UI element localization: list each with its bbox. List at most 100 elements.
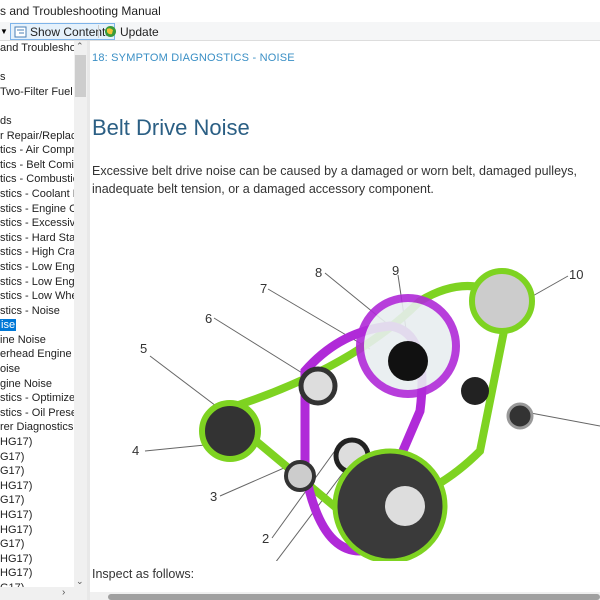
callout-5: 5: [140, 341, 147, 356]
tree-item[interactable]: HG17): [0, 479, 74, 494]
tree-item[interactable]: s: [0, 70, 74, 85]
window-title: s and Troubleshooting Manual: [0, 4, 161, 18]
tree-item[interactable]: [0, 56, 74, 71]
update-label: Update: [120, 24, 159, 39]
tree-item-label: ds: [0, 114, 12, 127]
document-pane: 18: SYMPTOM DIAGNOSTICS - NOISE Belt Dri…: [90, 41, 600, 592]
globe-update-icon: [105, 26, 116, 37]
tree-item[interactable]: HG17): [0, 508, 74, 523]
callout-3: 3: [210, 489, 217, 504]
tree-item-label: stics - Low Whee: [0, 290, 74, 303]
tree-item[interactable]: and Troubleshooc: [0, 41, 74, 56]
contents-tree: and Troubleshooc sTwo-Filter Fuel Sy ds r R…: [0, 41, 74, 587]
tree-item[interactable]: stics - Engine Oil: [0, 202, 74, 217]
callout-4: 4: [132, 443, 139, 458]
tree-item-label: and Troubleshooc: [0, 42, 74, 54]
tree-item[interactable]: gine Noise: [0, 377, 74, 392]
page-title: Belt Drive Noise: [92, 115, 250, 140]
tree-item-label: stics - Hard Start,: [0, 231, 74, 244]
tree-item[interactable]: r Repair/Replace: [0, 129, 74, 144]
pulley-9-hub: [388, 341, 428, 381]
tree-item[interactable]: HG17): [0, 435, 74, 450]
tree-item[interactable]: stics - High Crank: [0, 245, 74, 260]
tree-item-label: tics - Air Compre: [0, 144, 74, 157]
leader-6: [213, 317, 316, 382]
leader-5: [149, 355, 221, 410]
content-scroll-thumb[interactable]: [108, 594, 600, 600]
tree-item-label: erhead Engine No: [0, 348, 74, 361]
tree-item[interactable]: stics - Oil Present: [0, 406, 74, 421]
tree-item[interactable]: Two-Filter Fuel Sy: [0, 85, 74, 100]
tree-item[interactable]: ise: [0, 318, 74, 333]
callout-10: 10: [569, 267, 583, 282]
tree-item-label: oise: [0, 363, 21, 376]
tree-item[interactable]: ds: [0, 114, 74, 129]
scroll-down-icon[interactable]: ⌄: [76, 576, 84, 587]
show-contents-button[interactable]: Show Contents: [10, 23, 116, 40]
tree-item[interactable]: stics - Hard Start,: [0, 231, 74, 246]
tree-item[interactable]: stics - Coolant Lo: [0, 187, 74, 202]
tree-item-label: stics - Low Engin: [0, 275, 74, 288]
tree-item[interactable]: tics - Combustion: [0, 172, 74, 187]
callout-6: 6: [205, 311, 212, 326]
content-horizontal-scrollbar[interactable]: [90, 592, 600, 600]
toolbar: ▼ Show Contents Update: [0, 22, 600, 41]
tree-item[interactable]: stics - Low Engin: [0, 275, 74, 290]
tree-item[interactable]: oise: [0, 362, 74, 377]
tree-item-label: rer Diagnostics: [0, 421, 74, 434]
tree-item[interactable]: [0, 99, 74, 114]
tree-item[interactable]: tics - Belt Coming: [0, 158, 74, 173]
tree-item[interactable]: rer Diagnostics: [0, 420, 74, 435]
callout-8: 8: [315, 265, 322, 280]
update-button[interactable]: Update: [101, 23, 162, 40]
tree-item-label: Two-Filter Fuel Sy: [0, 85, 74, 98]
leader-7: [267, 288, 371, 350]
callout-9: 9: [392, 263, 399, 278]
breadcrumb[interactable]: 18: SYMPTOM DIAGNOSTICS - NOISE: [92, 52, 295, 64]
tree-item-label: stics - Low Engin: [0, 260, 74, 273]
tree-item-label: ise: [0, 319, 17, 332]
tree-item-label: HG17): [0, 436, 33, 449]
tree-item[interactable]: stics - Noise: [0, 304, 74, 319]
scroll-up-icon[interactable]: ⌃: [76, 41, 84, 52]
pulley-4: [199, 400, 261, 462]
tree-item[interactable]: stics - Low Engin: [0, 260, 74, 275]
tree-item[interactable]: G17): [0, 450, 74, 465]
tree-item[interactable]: ine Noise: [0, 333, 74, 348]
tree-item[interactable]: HG17): [0, 566, 74, 581]
scroll-right-icon[interactable]: ›: [62, 587, 65, 598]
tree-horizontal-scrollbar[interactable]: ›: [0, 587, 88, 600]
tree-item[interactable]: stics - Excessive C: [0, 216, 74, 231]
tree-item-label: HG17): [0, 567, 33, 580]
tree-item-label: G17): [0, 465, 25, 478]
tree-item-label: stics - Engine Oil: [0, 202, 74, 215]
tree-item[interactable]: G17): [0, 464, 74, 479]
tree-item-label: stics - Noise: [0, 304, 60, 317]
tree-vertical-scrollbar[interactable]: ⌃ ⌄: [74, 41, 87, 587]
tree-item[interactable]: tics - Air Compre: [0, 143, 74, 158]
tree-scroll-thumb[interactable]: [75, 55, 86, 97]
show-contents-label: Show Contents: [30, 24, 112, 39]
tree-item-label: tics - Combustion: [0, 173, 74, 186]
dropdown-arrow-icon[interactable]: ▼: [0, 27, 8, 36]
belt-drive-diagram: 1 2 3 4 5 6 7 8 9 10: [132, 263, 600, 561]
tree-item-label: HG17): [0, 479, 33, 492]
tree-item-label: stics - Excessive C: [0, 217, 74, 230]
tree-item[interactable]: stics - Optimized: [0, 391, 74, 406]
tree-item-label: r Repair/Replace: [0, 129, 74, 142]
tree-item-label: tics - Belt Coming: [0, 158, 74, 171]
pulley-1-hub: [385, 486, 425, 526]
tree-item-label: HG17): [0, 509, 33, 521]
contents-icon: [14, 26, 27, 37]
tree-item[interactable]: HG17): [0, 552, 74, 567]
tree-item[interactable]: G17): [0, 493, 74, 508]
tree-item-label: ine Noise: [0, 333, 46, 346]
tree-item[interactable]: erhead Engine No: [0, 347, 74, 362]
tree-item[interactable]: G17): [0, 537, 74, 552]
tree-item[interactable]: HG17): [0, 523, 74, 538]
tree-item[interactable]: stics - Low Whee: [0, 289, 74, 304]
tree-item-label: s: [0, 71, 6, 84]
pulley-10: [469, 268, 535, 334]
tree-item-label: stics - Oil Present: [0, 406, 74, 419]
tree-item-label: G17): [0, 450, 25, 463]
